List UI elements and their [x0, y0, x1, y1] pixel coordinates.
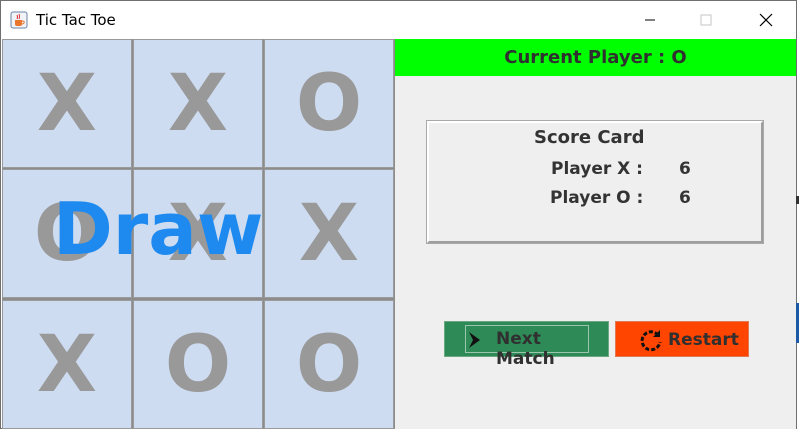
title-bar[interactable]: Tic Tac Toe: [1, 1, 796, 39]
player-x-score: 6: [679, 159, 691, 179]
next-match-button[interactable]: Next Match: [444, 321, 609, 369]
score-card: Score Card Player X : 6 Player O : 6: [426, 120, 764, 244]
restart-button[interactable]: Restart: [615, 321, 749, 357]
score-row-player-x: Player X : 6: [429, 159, 759, 183]
close-button[interactable]: [743, 1, 789, 39]
board-cell[interactable]: O: [264, 39, 394, 168]
player-o-score: 6: [679, 188, 691, 208]
board-cell[interactable]: X: [2, 39, 132, 168]
score-row-player-o: Player O : 6: [429, 188, 759, 212]
player-x-label: Player X :: [551, 159, 643, 179]
board-cell[interactable]: X: [264, 169, 394, 298]
minimize-button[interactable]: [627, 1, 673, 39]
next-arrow-icon: [468, 331, 482, 354]
maximize-button[interactable]: [683, 1, 729, 39]
score-card-title: Score Card: [534, 127, 645, 148]
side-panel: Current Player : O Score Card Player X :…: [395, 39, 796, 429]
app-window: Tic Tac Toe X X O O X X X O O Draw Curre…: [0, 0, 797, 429]
next-match-label: Next Match: [496, 329, 555, 369]
restart-icon: [638, 327, 664, 358]
draw-overlay-label: Draw: [53, 187, 264, 271]
board-cell[interactable]: O: [133, 300, 263, 429]
current-player-status: Current Player : O: [395, 39, 796, 76]
restart-label: Restart: [668, 330, 739, 350]
java-cup-icon: [10, 11, 28, 29]
board-cell[interactable]: O: [264, 300, 394, 429]
next-match-focus-ring: Next Match: [465, 325, 589, 369]
window-title: Tic Tac Toe: [36, 11, 116, 29]
board-cell[interactable]: X: [2, 300, 132, 429]
player-o-label: Player O :: [550, 188, 644, 208]
board-cell[interactable]: X: [133, 39, 263, 168]
